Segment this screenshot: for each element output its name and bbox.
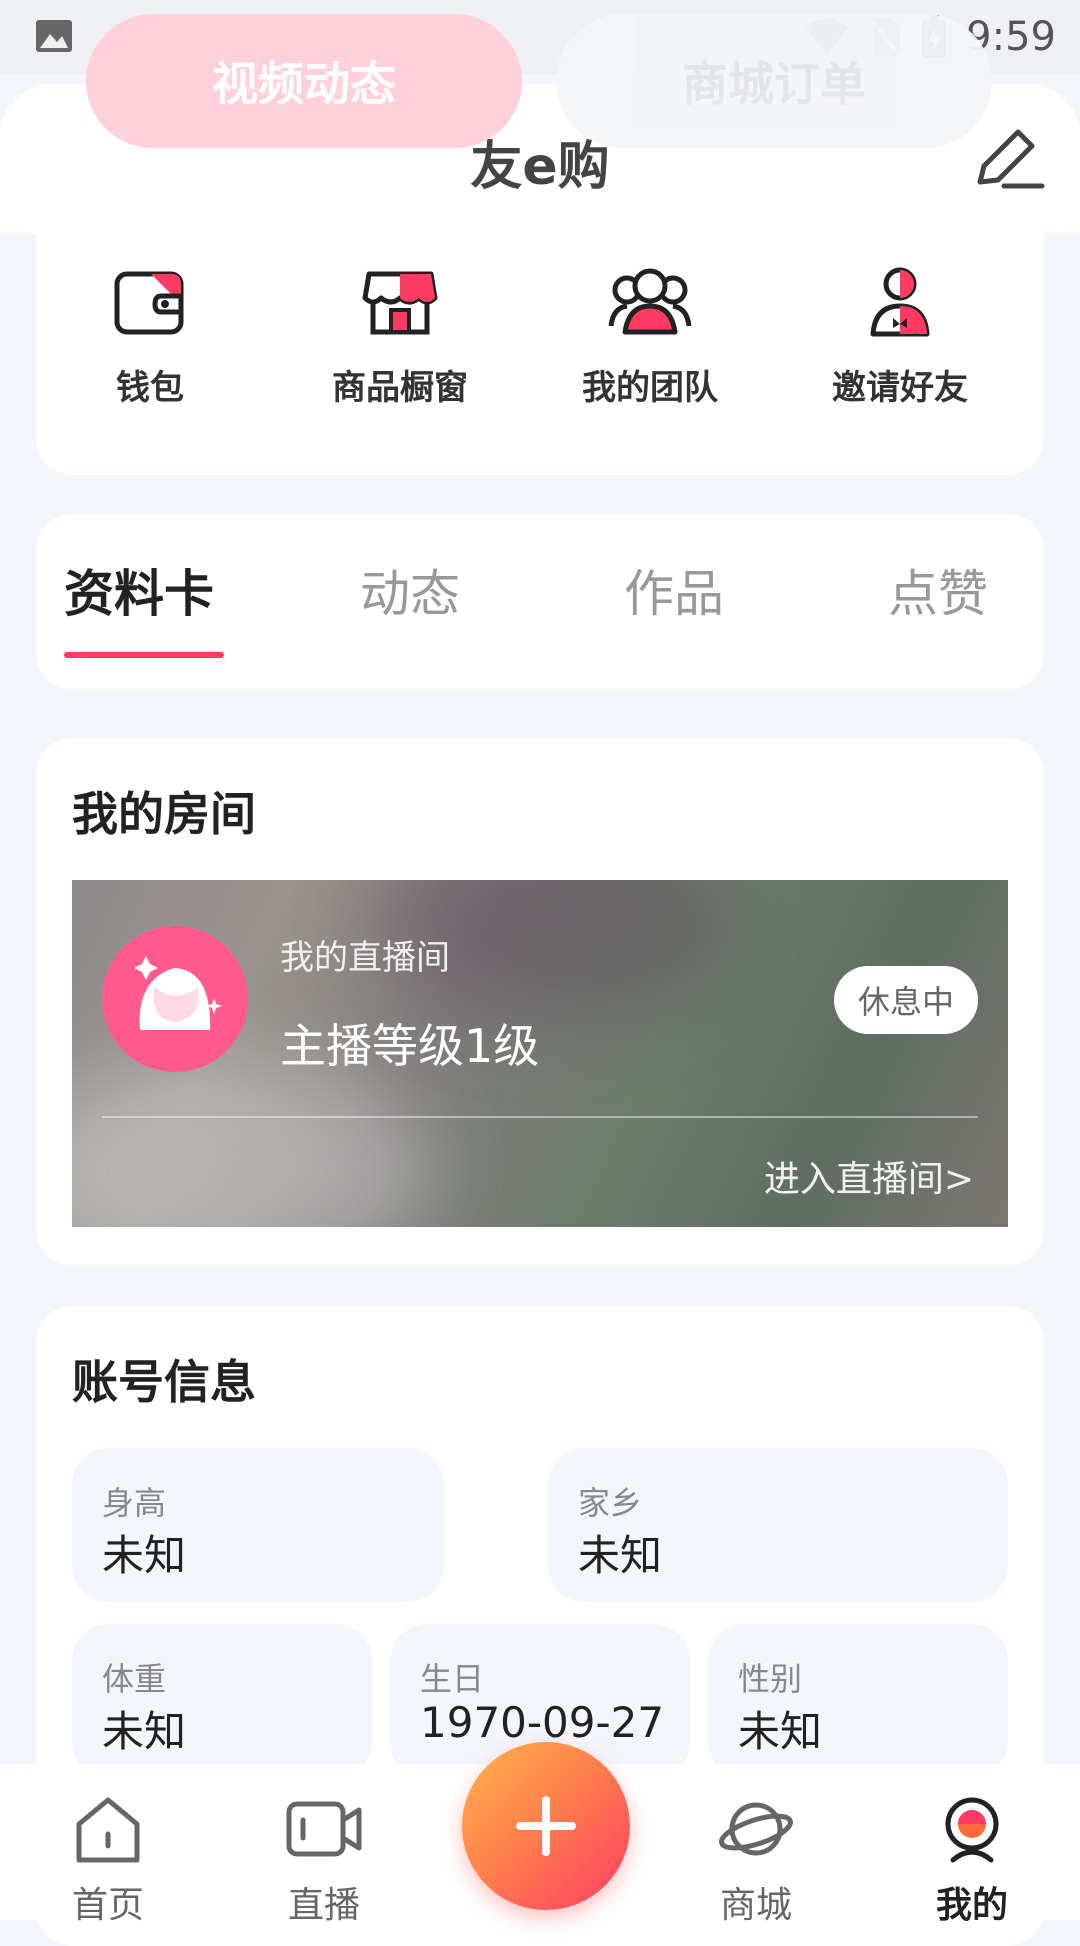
image-notification-icon <box>36 20 72 52</box>
profile-tabs: 资料卡 动态 作品 点赞 <box>36 514 1044 690</box>
live-camera-icon <box>286 1801 362 1857</box>
tab-works[interactable]: 作品 <box>624 554 724 626</box>
live-room-banner[interactable]: 我的直播间 主播等级1级 休息中 进入直播间> <box>72 880 1008 1227</box>
tab-profile-card[interactable]: 资料卡 <box>64 554 214 626</box>
quick-action-label: 邀请好友 <box>832 368 968 408</box>
info-label: 身高 <box>102 1484 167 1522</box>
quick-action-label: 钱包 <box>116 368 184 408</box>
video-feed-pill[interactable]: 视频动态 <box>86 14 522 148</box>
shop-window-icon <box>362 271 438 335</box>
info-value: 未知 <box>102 1707 187 1756</box>
nav-mine[interactable]: 我的 <box>902 1790 1042 1928</box>
host-level: 主播等级1级 <box>280 1019 540 1073</box>
nav-label: 商城 <box>719 1885 792 1926</box>
info-value: 未知 <box>578 1531 663 1580</box>
edit-icon[interactable] <box>970 120 1046 196</box>
info-label: 性别 <box>738 1660 803 1698</box>
room-subtitle: 我的直播间 <box>280 938 450 978</box>
invite-friend-icon <box>870 267 930 337</box>
tab-likes[interactable]: 点赞 <box>888 554 988 626</box>
mall-orders-pill[interactable]: 商城订单 <box>556 14 992 148</box>
add-button[interactable] <box>462 1742 630 1910</box>
wallet-icon <box>114 271 184 335</box>
plus-icon <box>516 1796 576 1856</box>
info-label: 家乡 <box>578 1484 643 1522</box>
info-label: 生日 <box>420 1660 485 1698</box>
info-hometown: 家乡 未知 <box>548 1448 1008 1602</box>
quick-action-label: 我的团队 <box>582 368 718 408</box>
avatar <box>102 926 248 1072</box>
quick-my-team[interactable]: 我的团队 <box>550 260 750 409</box>
status-badge: 休息中 <box>833 966 978 1034</box>
home-icon <box>76 1797 140 1863</box>
nav-mall[interactable]: 商城 <box>686 1790 826 1928</box>
section-title: 账号信息 <box>72 1355 256 1409</box>
nav-live[interactable]: 直播 <box>254 1790 394 1928</box>
info-label: 体重 <box>102 1660 167 1698</box>
nav-home[interactable]: 首页 <box>38 1790 178 1928</box>
quick-wallet[interactable]: 钱包 <box>50 260 250 409</box>
enter-live-room-link[interactable]: 进入直播间> <box>764 1150 974 1202</box>
active-tab-indicator <box>64 652 224 658</box>
nav-label: 我的 <box>935 1885 1008 1926</box>
quick-invite-friends[interactable]: 邀请好友 <box>800 260 1000 409</box>
info-value: 1970-09-27 <box>420 1698 665 1747</box>
info-gender: 性别 未知 <box>708 1624 1008 1778</box>
banner-blur <box>72 1060 432 1227</box>
info-value: 未知 <box>738 1707 823 1756</box>
profile-icon <box>945 1797 999 1863</box>
divider <box>102 1116 978 1118</box>
quick-actions-card: 钱包 商品橱窗 我的团队 邀请好友 <box>36 210 1044 475</box>
team-icon <box>608 268 692 335</box>
quick-shop-window[interactable]: 商品橱窗 <box>300 260 500 409</box>
my-room-card: 我的房间 我的直播间 主播等级1级 休息中 进入直播间> <box>36 738 1044 1266</box>
info-height: 身高 未知 <box>72 1448 444 1602</box>
section-title: 我的房间 <box>72 787 256 841</box>
nav-label: 首页 <box>71 1885 144 1926</box>
planet-icon <box>719 1802 793 1856</box>
info-weight: 体重 未知 <box>72 1624 372 1778</box>
quick-action-label: 商品橱窗 <box>332 368 468 408</box>
nav-label: 直播 <box>287 1885 360 1926</box>
info-value: 未知 <box>102 1531 187 1580</box>
tab-moments[interactable]: 动态 <box>360 554 460 626</box>
